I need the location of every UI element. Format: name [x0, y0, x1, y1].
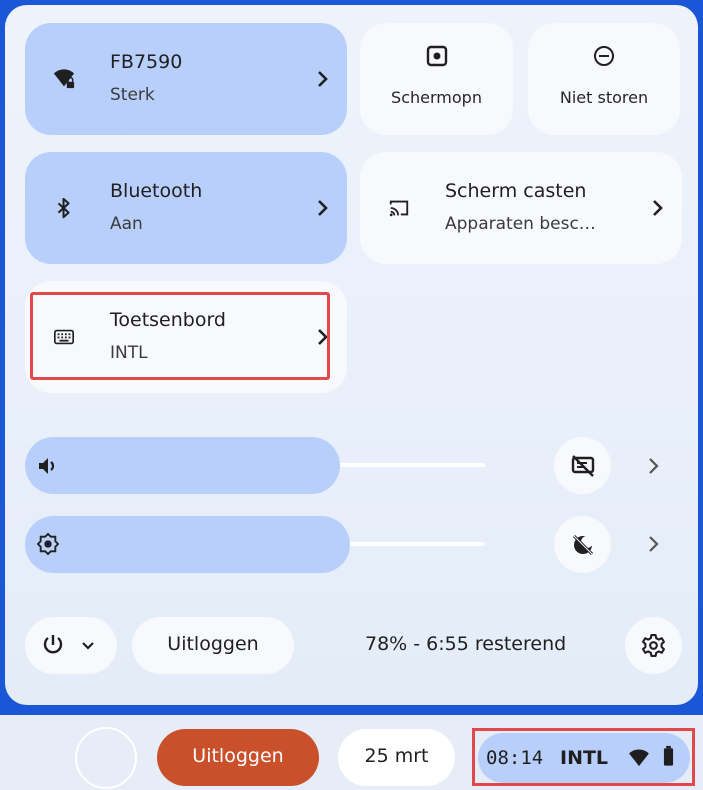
chevron-right-icon — [318, 200, 328, 216]
bluetooth-icon — [57, 197, 70, 219]
settings-button[interactable] — [625, 617, 682, 674]
bluetooth-tile[interactable]: Bluetooth Aan — [25, 152, 347, 264]
shelf-sign-out-label: Uitloggen — [192, 745, 284, 767]
keyboard-tile-highlight — [30, 292, 330, 380]
cast-status: Apparaten besc… — [445, 214, 596, 234]
network-strength: Sterk — [110, 85, 155, 105]
brightness-slider[interactable] — [25, 516, 350, 573]
cast-title: Scherm casten — [445, 180, 587, 202]
brightness-icon — [37, 533, 59, 555]
date-label: 25 mrt — [364, 745, 429, 767]
status-tray-highlight — [472, 728, 695, 786]
screen-capture-tile[interactable]: Schermopn — [360, 23, 513, 135]
battery-status: 78% - 6:55 resterend — [365, 633, 567, 655]
sign-out-label: Uitloggen — [167, 633, 259, 655]
display-off-icon — [571, 455, 595, 477]
cast-icon — [389, 200, 409, 217]
do-not-disturb-tile[interactable]: Niet storen — [528, 23, 680, 135]
cast-tile[interactable]: Scherm casten Apparaten besc… — [360, 152, 682, 264]
date-tray[interactable]: 25 mrt — [338, 729, 455, 786]
network-name: FB7590 — [110, 51, 183, 73]
chevron-right-icon — [318, 71, 328, 87]
power-menu-button[interactable] — [25, 617, 117, 674]
screen-capture-label: Schermopn — [391, 88, 482, 107]
screen-capture-icon — [426, 45, 447, 67]
wifi-locked-icon — [53, 69, 75, 89]
sign-out-button[interactable]: Uitloggen — [132, 617, 294, 674]
gear-icon — [642, 634, 665, 657]
bluetooth-title: Bluetooth — [110, 180, 203, 202]
chevron-right-icon — [653, 200, 663, 216]
brightness-slider-track[interactable] — [345, 542, 485, 546]
network-tile[interactable]: FB7590 Sterk — [25, 23, 347, 135]
do-not-disturb-label: Niet storen — [559, 88, 649, 107]
night-light-button[interactable] — [554, 516, 611, 573]
chevron-right-icon[interactable] — [648, 457, 660, 475]
do-not-disturb-icon — [594, 46, 614, 66]
night-light-off-icon — [572, 534, 594, 556]
chevron-down-icon — [82, 642, 94, 650]
launcher-button[interactable] — [75, 727, 137, 789]
volume-icon — [39, 458, 55, 474]
power-icon — [43, 635, 63, 654]
cast-audio-button[interactable] — [554, 437, 611, 494]
volume-slider[interactable] — [25, 437, 340, 494]
chevron-right-icon[interactable] — [648, 535, 660, 553]
volume-slider-track[interactable] — [335, 463, 485, 467]
bluetooth-status: Aan — [110, 214, 143, 234]
shelf-sign-out-button[interactable]: Uitloggen — [157, 729, 319, 786]
